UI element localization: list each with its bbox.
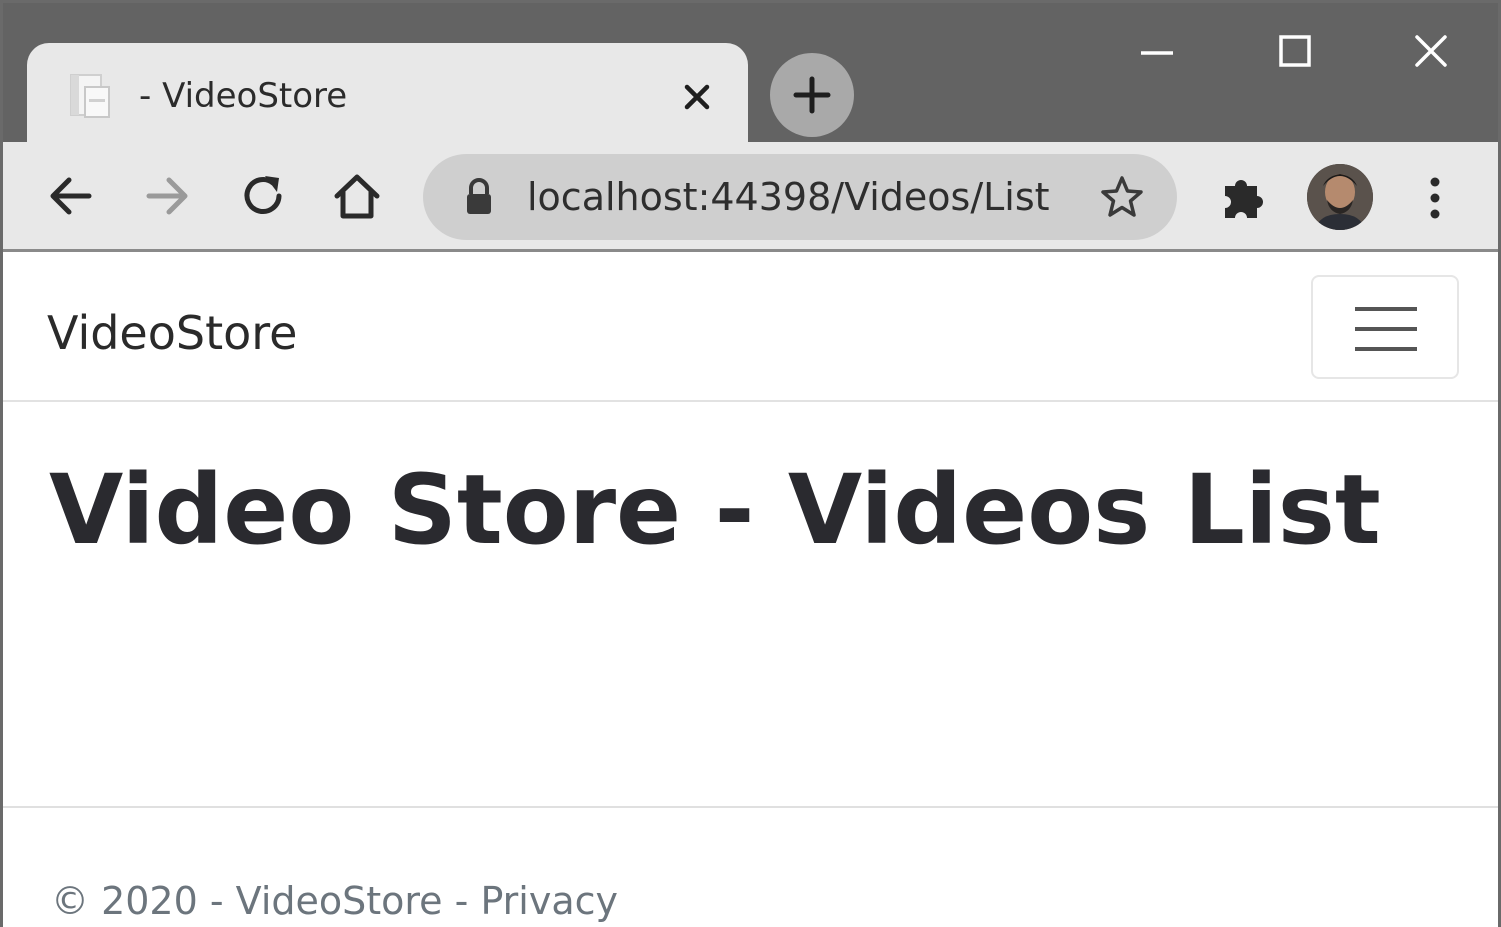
kebab-menu-icon[interactable]	[1413, 172, 1457, 224]
puzzle-icon[interactable]	[1217, 172, 1269, 224]
footer: © 2020 - VideoStore - Privacy	[51, 876, 618, 926]
star-icon[interactable]	[1099, 174, 1145, 220]
site-navbar: VideoStore	[3, 255, 1498, 402]
footer-divider	[3, 806, 1498, 808]
hamburger-icon-bar	[1355, 327, 1417, 331]
close-icon[interactable]	[677, 77, 717, 117]
url-text[interactable]: localhost:44398/Videos/List	[527, 172, 1050, 222]
browser-window: - VideoStore localhost:44398/Videos/List…	[0, 0, 1501, 927]
window-close-icon[interactable]	[1401, 27, 1461, 77]
hamburger-icon-bar	[1355, 347, 1417, 351]
hamburger-icon	[1355, 307, 1417, 311]
lock-icon[interactable]	[459, 176, 499, 218]
profile-photo-icon	[1307, 164, 1373, 230]
browser-toolbar: localhost:44398/Videos/List	[3, 142, 1498, 252]
page-icon	[70, 74, 110, 118]
address-bar[interactable]: localhost:44398/Videos/List	[423, 154, 1177, 240]
arrow-right-icon[interactable]	[139, 168, 195, 224]
maximize-icon[interactable]	[1265, 27, 1325, 77]
navbar-toggle-button[interactable]	[1311, 275, 1459, 379]
arrow-left-icon[interactable]	[43, 168, 99, 224]
plus-icon	[793, 76, 831, 114]
minimize-icon[interactable]	[1127, 27, 1187, 77]
reload-icon[interactable]	[235, 168, 291, 224]
navbar-brand[interactable]: VideoStore	[47, 303, 297, 363]
browser-tab[interactable]: - VideoStore	[27, 43, 748, 147]
tab-strip: - VideoStore	[3, 0, 1498, 147]
page-title: Video Store - Videos List	[49, 454, 1381, 566]
tab-title: - VideoStore	[139, 76, 348, 116]
footer-copyright: © 2020 - VideoStore -	[51, 879, 481, 923]
new-tab-button[interactable]	[770, 53, 854, 137]
avatar[interactable]	[1307, 164, 1373, 230]
home-icon[interactable]	[329, 168, 385, 224]
privacy-link[interactable]: Privacy	[480, 879, 618, 923]
